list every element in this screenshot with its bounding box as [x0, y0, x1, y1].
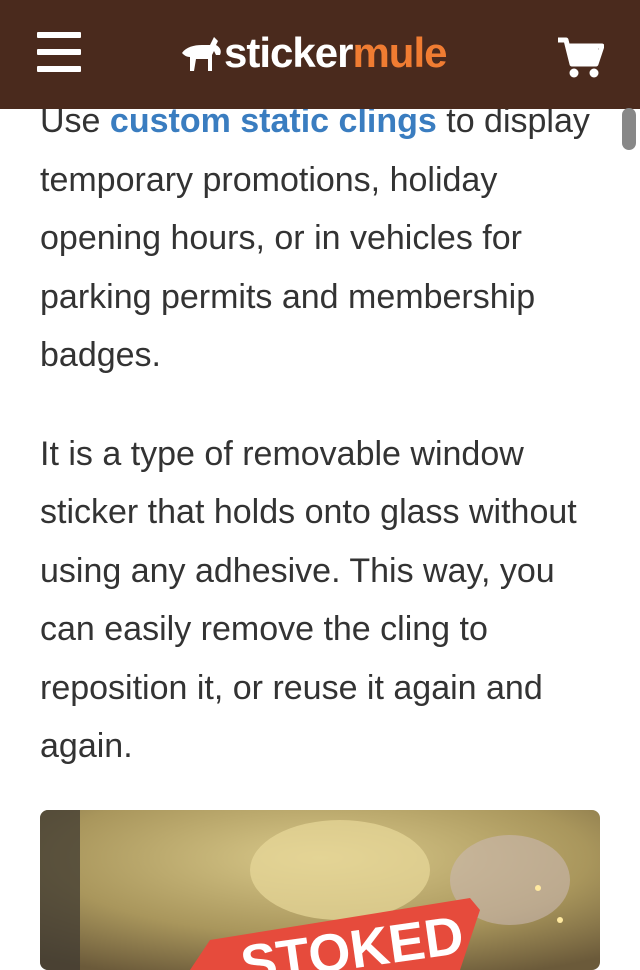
- page-scrollbar[interactable]: [622, 108, 636, 150]
- top-nav-bar: sticker mule: [0, 0, 640, 109]
- logo-mule-text: mule: [352, 29, 447, 76]
- article-body: Use custom static clings to display temp…: [40, 92, 600, 776]
- mule-logo-icon: [182, 37, 221, 71]
- sticker-mule-logo[interactable]: sticker mule: [180, 28, 447, 78]
- p1-rest: to display temporary promotions, holiday…: [40, 102, 590, 374]
- shopping-cart-icon[interactable]: [556, 36, 604, 80]
- logo-sticker-text: sticker: [224, 29, 353, 76]
- hamburger-menu-icon[interactable]: [37, 30, 81, 74]
- paragraph-static-clings-uses: Use custom static clings to display temp…: [40, 92, 600, 385]
- window-cling-image: STOKED: [40, 810, 600, 970]
- paragraph-static-clings-description: It is a type of removable window sticker…: [40, 434, 577, 766]
- static-cling-photo: STOKED: [40, 810, 600, 970]
